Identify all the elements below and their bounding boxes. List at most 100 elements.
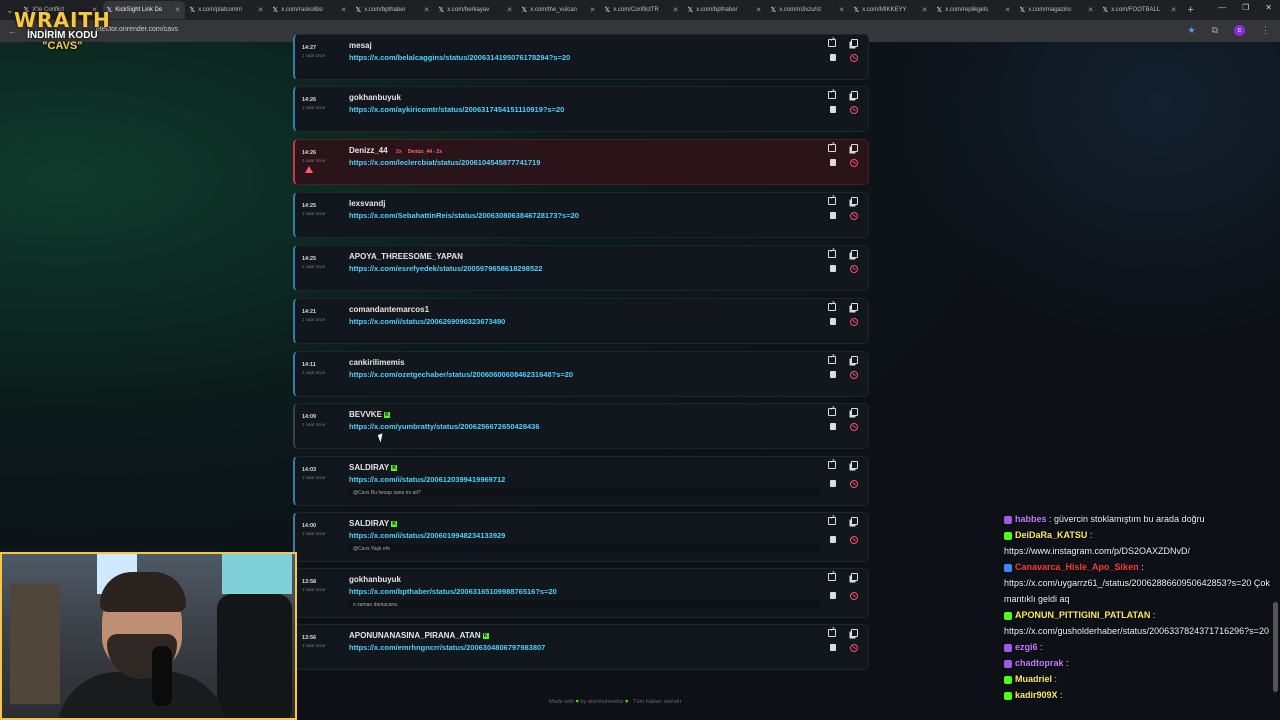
menu-icon[interactable]: ⋮ [1261,25,1270,36]
extensions-icon[interactable]: ⧉ [1212,25,1218,36]
delete-icon[interactable] [830,536,836,543]
tab-close-icon[interactable]: ✕ [922,6,928,14]
tab-close-icon[interactable]: ✕ [1171,6,1177,14]
tab-close-icon[interactable]: ✕ [756,6,762,14]
copy-icon[interactable] [851,303,858,311]
browser-tab[interactable]: 𝕏x.com/m3vzu/st ✕ [767,1,849,19]
ban-icon[interactable] [850,592,858,600]
tab-close-icon[interactable]: ✕ [1088,6,1094,14]
open-link-icon[interactable] [828,570,836,581]
browser-tab[interactable]: 𝕏x.com/platcomm ✕ [186,1,268,19]
card-link[interactable]: https://x.com/i/status/20060199482341339… [349,531,505,540]
ban-icon[interactable] [850,371,858,379]
tab-close-icon[interactable]: ✕ [341,6,347,14]
delete-icon[interactable] [830,159,836,166]
delete-icon[interactable] [830,592,836,599]
delete-icon[interactable] [830,54,836,61]
delete-icon[interactable] [830,106,836,113]
tab-close-icon[interactable]: ✕ [590,6,596,14]
new-tab-button[interactable]: + [1182,4,1200,16]
open-link-icon[interactable] [828,88,836,99]
ban-icon[interactable] [850,106,858,114]
card-link[interactable]: https://x.com/emrhngncrr/status/20063048… [349,643,545,652]
delete-icon[interactable] [830,423,836,430]
delete-icon[interactable] [830,371,836,378]
footer-author[interactable]: atarimuhendisi [588,699,624,705]
card-link[interactable]: https://x.com/yumbratty/status/200625667… [349,422,540,431]
open-link-icon[interactable] [828,194,836,205]
tab-title: x.com/platcomm [198,7,242,13]
open-link-icon[interactable] [828,247,836,258]
browser-tab[interactable]: 𝕏x.com/the_vulcan ✕ [518,1,600,19]
tab-close-icon[interactable]: ✕ [258,6,264,14]
browser-tab[interactable]: 𝕏x.com/raskolibo ✕ [269,1,351,19]
card-link[interactable]: https://x.com/esrefyedek/status/20059796… [349,264,542,273]
tab-search-icon[interactable]: ⌄ [6,5,14,16]
open-link-icon[interactable] [828,405,836,416]
ban-icon[interactable] [850,159,858,167]
card-link[interactable]: https://x.com/belalcaggins/status/200631… [349,53,570,62]
ban-icon[interactable] [850,480,858,488]
delete-icon[interactable] [830,644,836,651]
restore-icon[interactable]: ❐ [1242,3,1249,12]
tab-close-icon[interactable]: ✕ [175,6,181,14]
delete-icon[interactable] [830,318,836,325]
browser-tab[interactable]: 𝕏 KickSight Link De ✕ [102,1,185,19]
ban-icon[interactable] [850,423,858,431]
delete-icon[interactable] [830,480,836,487]
open-link-icon[interactable] [828,514,836,525]
tab-close-icon[interactable]: ✕ [507,6,513,14]
ban-icon[interactable] [850,536,858,544]
copy-icon[interactable] [851,144,858,152]
ban-icon[interactable] [850,54,858,62]
copy-icon[interactable] [851,197,858,205]
card-link[interactable]: https://x.com/aykiricomtr/status/2006317… [349,105,564,114]
open-link-icon[interactable] [828,626,836,637]
open-link-icon[interactable] [828,36,836,47]
open-link-icon[interactable] [828,458,836,469]
minimize-icon[interactable]: — [1218,3,1226,12]
open-link-icon[interactable] [828,300,836,311]
delete-icon[interactable] [830,212,836,219]
copy-icon[interactable] [851,573,858,581]
card-ago: 1 saat önce [302,643,326,648]
bookmark-star-icon[interactable]: ★ [1187,25,1195,36]
browser-tab[interactable]: 𝕏x.com/replikgels ✕ [933,1,1015,19]
window-controls: — ❐ ✕ [1218,3,1272,12]
tab-close-icon[interactable]: ✕ [673,6,679,14]
ban-icon[interactable] [850,318,858,326]
open-link-icon[interactable] [828,353,836,364]
copy-icon[interactable] [851,629,858,637]
browser-tab[interactable]: 𝕏x.com/FOOTBALL ✕ [1099,1,1181,19]
copy-icon[interactable] [851,517,858,525]
profile-avatar[interactable]: c [1234,25,1245,36]
tab-close-icon[interactable]: ✕ [839,6,845,14]
copy-icon[interactable] [851,250,858,258]
copy-icon[interactable] [851,356,858,364]
ban-icon[interactable] [850,265,858,273]
card-link[interactable]: https://x.com/bpthaber/status/2006316510… [349,587,557,596]
card-link[interactable]: https://x.com/i/status/20062690903236734… [349,317,505,326]
tab-close-icon[interactable]: ✕ [424,6,430,14]
delete-icon[interactable] [830,265,836,272]
browser-tab[interactable]: 𝕏x.com/berkayav ✕ [435,1,517,19]
card-link[interactable]: https://x.com/ozetgechaber/status/200606… [349,370,573,379]
close-icon[interactable]: ✕ [1265,3,1272,12]
ban-icon[interactable] [850,212,858,220]
browser-tab[interactable]: 𝕏x.com/MIKKEYY ✕ [850,1,932,19]
chat-username: ezgi6 [1015,642,1038,652]
copy-icon[interactable] [851,461,858,469]
card-link[interactable]: https://x.com/leclercbiat/status/2006104… [349,158,540,167]
copy-icon[interactable] [851,39,858,47]
card-link[interactable]: https://x.com/SebahattinReis/status/2006… [349,211,579,220]
copy-icon[interactable] [851,408,858,416]
browser-tab[interactable]: 𝕏x.com/magazinc ✕ [1016,1,1098,19]
open-link-icon[interactable] [828,141,836,152]
browser-tab[interactable]: 𝕏x.com/ConflictTR ✕ [601,1,683,19]
tab-close-icon[interactable]: ✕ [1005,6,1011,14]
card-link[interactable]: https://x.com/i/status/20061203994199697… [349,475,505,484]
copy-icon[interactable] [851,91,858,99]
browser-tab[interactable]: 𝕏x.com/bpthaber ✕ [352,1,434,19]
ban-icon[interactable] [850,644,858,652]
browser-tab[interactable]: 𝕏x.com/bpthaber ✕ [684,1,766,19]
